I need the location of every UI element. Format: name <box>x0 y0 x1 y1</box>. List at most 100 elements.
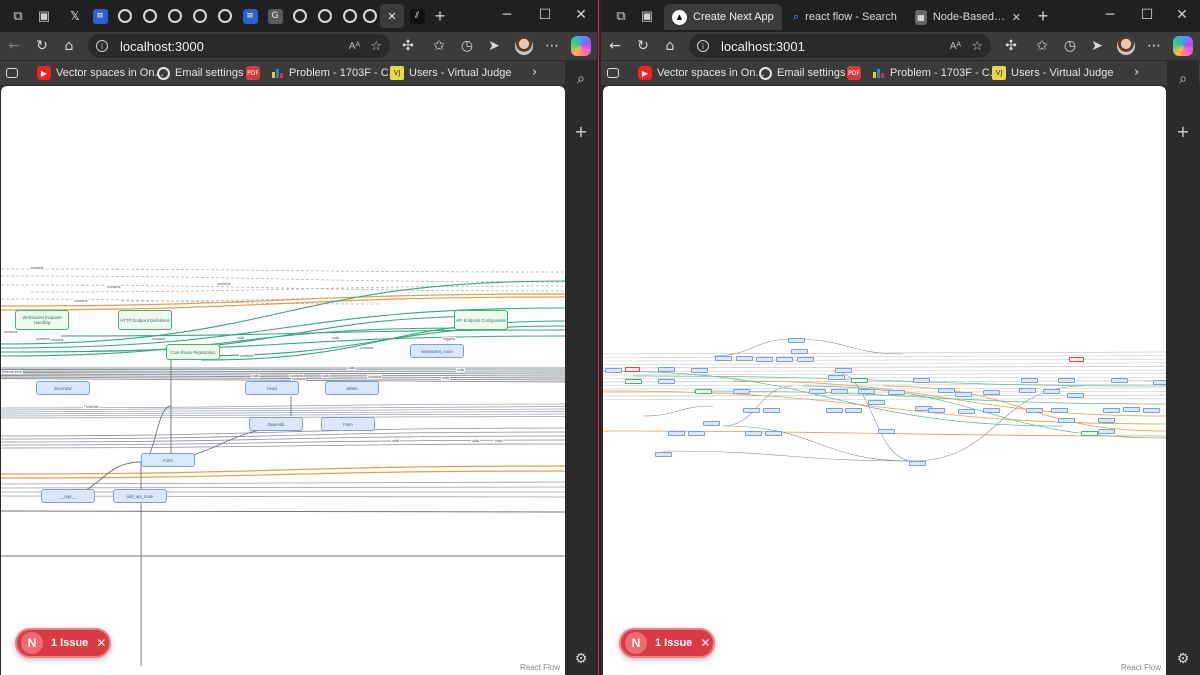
bookmark-item[interactable]: VJ Users - Virtual Judge <box>390 65 512 81</box>
tab-github[interactable] <box>358 4 382 28</box>
overview-graph-node[interactable] <box>756 357 773 362</box>
graph-node[interactable]: head <box>245 381 299 395</box>
overview-graph-node[interactable] <box>658 367 675 372</box>
workspaces-icon[interactable]: ⧉ <box>611 6 631 26</box>
graph-node[interactable]: __repr__ <box>41 489 95 503</box>
overview-graph-node[interactable] <box>791 349 808 354</box>
new-tab-icon[interactable]: + <box>1033 6 1053 26</box>
graph-node[interactable]: API Endpoint Configuration <box>454 310 508 330</box>
tab-github[interactable] <box>313 4 337 28</box>
overview-graph-node[interactable] <box>797 357 814 362</box>
graph-node[interactable]: WebSocket Endpoint Handling <box>15 310 69 330</box>
overview-graph-node[interactable] <box>688 431 705 436</box>
overview-graph-node[interactable] <box>909 461 926 466</box>
react-flow-attribution[interactable]: React Flow <box>517 662 562 673</box>
refresh-icon[interactable]: ↻ <box>32 36 52 56</box>
read-aloud-icon[interactable]: Aᴬ <box>950 41 961 52</box>
tab-github[interactable] <box>138 4 162 28</box>
react-flow-canvas[interactable]: N 1 Issue ✕ React Flow WebSocket Endpoin… <box>1 86 565 675</box>
more-icon[interactable]: ⋯ <box>1144 36 1164 56</box>
graph-node[interactable]: Form <box>321 417 375 431</box>
bookmark-item[interactable]: PDF <box>246 65 260 81</box>
close-window-icon[interactable]: ✕ <box>562 2 597 28</box>
overview-graph-node[interactable] <box>1026 408 1043 413</box>
overview-graph-node[interactable] <box>1058 378 1075 383</box>
tab-github[interactable] <box>163 4 187 28</box>
overview-graph-node[interactable] <box>913 378 930 383</box>
address-url[interactable]: localhost:3000 <box>120 39 204 54</box>
settings-gear-icon[interactable]: ⚙ <box>571 649 591 669</box>
copilot-icon[interactable] <box>1173 36 1193 56</box>
overview-graph-node[interactable] <box>1069 357 1084 362</box>
overview-graph-node[interactable] <box>851 378 868 383</box>
graph-node[interactable]: HTTP Endpoint Definitions <box>118 310 172 330</box>
tab-actions-icon[interactable]: ▣ <box>637 6 657 26</box>
overview-graph-node[interactable] <box>668 431 685 436</box>
graph-node[interactable]: websocket_route <box>410 344 464 358</box>
copilot-icon[interactable] <box>571 36 591 56</box>
overview-graph-node[interactable] <box>655 452 672 457</box>
overview-graph-node[interactable] <box>788 338 805 343</box>
read-aloud-icon[interactable]: Aᴬ <box>349 41 360 52</box>
tab-docs[interactable]: ≡ <box>88 4 112 28</box>
overview-graph-node[interactable] <box>878 429 895 434</box>
tab-actions-icon[interactable]: ▣ <box>34 6 54 26</box>
overview-graph-node[interactable] <box>845 408 862 413</box>
bookmarks-menu-icon[interactable] <box>607 65 619 81</box>
overview-graph-node[interactable] <box>958 409 975 414</box>
address-bar[interactable]: i localhost:3000 Aᴬ ☆ <box>88 34 390 58</box>
bookmark-item[interactable]: PDF <box>847 65 861 81</box>
overview-graph-node[interactable] <box>1153 380 1166 385</box>
issue-badge[interactable]: N 1 Issue ✕ <box>619 628 715 658</box>
overview-graph-node[interactable] <box>1098 429 1115 434</box>
overview-graph-node[interactable] <box>809 389 826 394</box>
profile-avatar[interactable] <box>1117 37 1135 55</box>
overview-graph-node[interactable] <box>765 431 782 436</box>
overview-graph-node[interactable] <box>938 388 955 393</box>
overview-graph-node[interactable] <box>1019 388 1036 393</box>
overview-graph-node[interactable] <box>1123 407 1140 412</box>
overview-graph-node[interactable] <box>1051 408 1068 413</box>
back-icon[interactable]: ← <box>605 36 625 56</box>
overview-graph-node[interactable] <box>625 367 640 372</box>
overview-graph-node[interactable] <box>715 356 732 361</box>
overview-graph-node[interactable] <box>828 375 845 380</box>
more-icon[interactable]: ⋯ <box>542 36 562 56</box>
favorites-icon[interactable]: ✩ <box>429 36 449 56</box>
tab-docs[interactable]: ≡ <box>238 4 262 28</box>
new-tab-icon[interactable]: + <box>430 6 450 26</box>
overview-graph-node[interactable] <box>868 400 885 405</box>
overview-graph-node[interactable] <box>736 356 753 361</box>
overview-graph-node[interactable] <box>1081 431 1098 436</box>
overview-graph-node[interactable] <box>763 408 780 413</box>
favorites-icon[interactable]: ✩ <box>1032 36 1052 56</box>
tab-react-flow-search[interactable]: ⌕ react flow - Search <box>785 4 907 30</box>
tab-github[interactable] <box>213 4 237 28</box>
chevron-right-icon[interactable]: › <box>1134 65 1139 80</box>
graph-node[interactable]: Depends <box>249 417 303 431</box>
tab-github[interactable] <box>188 4 212 28</box>
info-icon[interactable]: i <box>96 40 108 52</box>
close-icon[interactable]: ✕ <box>700 636 710 650</box>
maximize-icon[interactable]: ☐ <box>1128 2 1166 28</box>
tab-active[interactable]: ✕ <box>380 4 404 28</box>
overview-graph-node[interactable] <box>1067 393 1084 398</box>
overview-graph-node[interactable] <box>743 408 760 413</box>
graph-node[interactable]: delete <box>325 381 379 395</box>
tab-github[interactable] <box>288 4 312 28</box>
bookmark-item[interactable]: Email settings <box>759 65 845 81</box>
react-flow-canvas[interactable]: N 1 Issue ✕ React Flow <box>603 86 1166 675</box>
favorite-star-icon[interactable]: ☆ <box>971 39 983 54</box>
search-icon[interactable]: ⌕ <box>1173 69 1193 89</box>
add-icon[interactable]: + <box>1173 121 1193 141</box>
address-url[interactable]: localhost:3001 <box>721 39 805 54</box>
bookmark-item[interactable]: VJ Users - Virtual Judge <box>992 65 1114 81</box>
tab-g[interactable]: G <box>263 4 287 28</box>
overview-graph-node[interactable] <box>983 408 1000 413</box>
overview-graph-node[interactable] <box>1021 378 1038 383</box>
overview-graph-node[interactable] <box>1058 418 1075 423</box>
overview-graph-node[interactable] <box>888 390 905 395</box>
overview-graph-node[interactable] <box>928 408 945 413</box>
overview-graph-node[interactable] <box>831 389 848 394</box>
share-icon[interactable]: ➤ <box>1087 36 1107 56</box>
